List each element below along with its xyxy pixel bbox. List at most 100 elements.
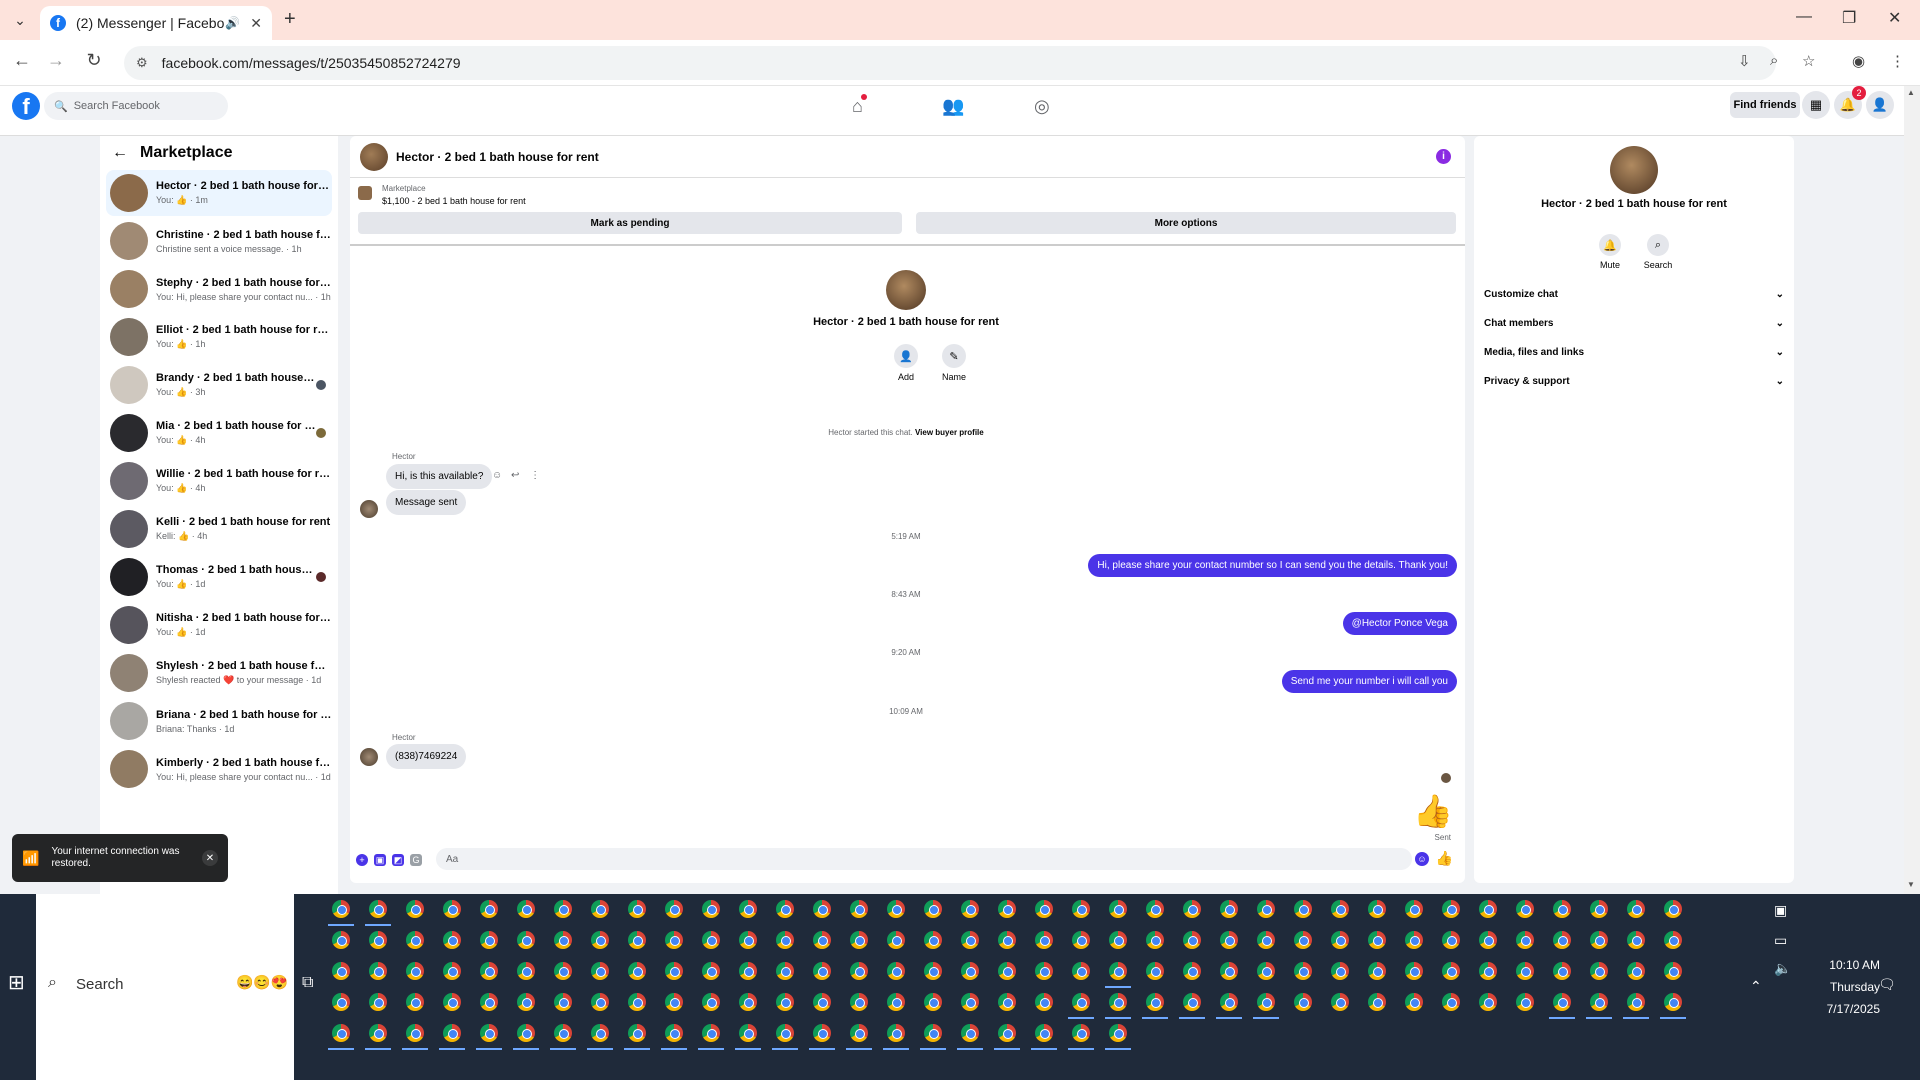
chrome-taskbar-icon[interactable] [998,1024,1016,1042]
chrome-taskbar-icon[interactable] [480,931,498,949]
chrome-taskbar-icon[interactable] [665,1024,683,1042]
chrome-taskbar-icon[interactable] [1442,993,1460,1011]
chrome-taskbar-icon[interactable] [1553,962,1571,980]
conversation-item[interactable]: Nitisha · 2 bed 1 bath house for rent You… [106,602,332,648]
chrome-taskbar-icon[interactable] [1405,900,1423,918]
taskbar-clock[interactable]: 10:10 AM Thursday 7/17/2025 [1780,954,1880,1020]
plus-icon[interactable]: + [356,854,368,866]
chrome-taskbar-icon[interactable] [517,931,535,949]
chrome-taskbar-icon[interactable] [480,993,498,1011]
chrome-taskbar-icon[interactable] [406,1024,424,1042]
page-scrollbar[interactable]: ▲ ▼ [1904,86,1920,894]
chrome-taskbar-icon[interactable] [369,993,387,1011]
chrome-taskbar-icon[interactable] [554,993,572,1011]
chrome-taskbar-icon[interactable] [1590,931,1608,949]
chrome-taskbar-icon[interactable] [776,993,794,1011]
chrome-taskbar-icon[interactable] [1405,993,1423,1011]
display-icon[interactable]: ▭ [1774,932,1787,949]
chrome-taskbar-icon[interactable] [776,931,794,949]
chrome-taskbar-icon[interactable] [554,1024,572,1042]
chrome-taskbar-icon[interactable] [332,900,350,918]
tray-chevron-up-icon[interactable]: ⌃ [1750,978,1762,995]
zoom-icon[interactable]: ⌕ [1770,52,1778,69]
conversation-item[interactable]: Mia · 2 bed 1 bath house for rent You: 👍 … [106,410,332,456]
info-icon[interactable]: i [1436,149,1451,164]
chrome-taskbar-icon[interactable] [1220,931,1238,949]
chrome-taskbar-icon[interactable] [702,1024,720,1042]
chrome-taskbar-icon[interactable] [1331,993,1349,1011]
chrome-taskbar-icon[interactable] [1035,962,1053,980]
chrome-taskbar-icon[interactable] [628,962,646,980]
chrome-taskbar-icon[interactable] [665,993,683,1011]
facebook-logo-icon[interactable]: f [12,92,40,120]
outgoing-message[interactable]: Send me your number i will call you [1281,670,1457,693]
chrome-taskbar-icon[interactable] [1553,931,1571,949]
chrome-taskbar-icon[interactable] [1331,900,1349,918]
chrome-taskbar-icon[interactable] [369,1024,387,1042]
react-emoji-icon[interactable]: ☺ [492,470,502,481]
chrome-taskbar-icon[interactable] [1146,931,1164,949]
scroll-up-icon[interactable]: ▲ [1907,88,1915,97]
view-buyer-profile-link[interactable]: View buyer profile [915,428,984,437]
groups-icon[interactable]: ◎ [1034,96,1050,117]
chrome-taskbar-icon[interactable] [1183,962,1201,980]
chrome-taskbar-icon[interactable] [1257,962,1275,980]
account-avatar[interactable]: 👤 [1866,91,1894,119]
chrome-taskbar-icon[interactable] [1368,931,1386,949]
conversation-item[interactable]: Christine · 2 bed 1 bath house for r... C… [106,218,332,264]
tab-list-chevron-icon[interactable]: ⌄ [8,8,32,32]
media-files-links-row[interactable]: Media, files and links ⌄ [1484,342,1784,362]
chrome-taskbar-icon[interactable] [998,962,1016,980]
chrome-taskbar-icon[interactable] [517,900,535,918]
chrome-taskbar-icon[interactable] [1405,931,1423,949]
chrome-taskbar-icon[interactable] [887,900,905,918]
friends-icon[interactable]: 👥 [942,96,964,117]
chrome-taskbar-icon[interactable] [998,900,1016,918]
search-action[interactable]: ⌕ Search [1638,234,1678,270]
chrome-taskbar-icon[interactable] [1220,900,1238,918]
incoming-message[interactable]: (838)7469224 [386,744,467,769]
chrome-taskbar-icon[interactable] [443,900,461,918]
chrome-taskbar-icon[interactable] [813,1024,831,1042]
incoming-message[interactable]: Hi, is this available? [386,464,493,489]
chrome-taskbar-icon[interactable] [850,993,868,1011]
chrome-taskbar-icon[interactable] [1294,993,1312,1011]
chrome-taskbar-icon[interactable] [1294,900,1312,918]
chrome-taskbar-icon[interactable] [1072,931,1090,949]
reply-icon[interactable]: ↩ [511,470,519,481]
chrome-taskbar-icon[interactable] [924,931,942,949]
conversation-item[interactable]: Kelli · 2 bed 1 bath house for rent Kelli… [106,506,332,552]
chrome-taskbar-icon[interactable] [406,900,424,918]
chrome-taskbar-icon[interactable] [1146,993,1164,1011]
mute-action[interactable]: 🔔 Mute [1590,234,1630,270]
chrome-taskbar-icon[interactable] [1183,931,1201,949]
new-tab-plus-icon[interactable]: + [284,8,296,31]
site-info-icon[interactable]: ⚙ [136,55,148,71]
chrome-taskbar-icon[interactable] [1035,900,1053,918]
chrome-taskbar-icon[interactable] [739,962,757,980]
chrome-taskbar-icon[interactable] [1442,962,1460,980]
chrome-taskbar-icon[interactable] [1405,962,1423,980]
chrome-taskbar-icon[interactable] [628,993,646,1011]
privacy-support-row[interactable]: Privacy & support ⌄ [1484,371,1784,391]
chrome-taskbar-icon[interactable] [443,962,461,980]
chrome-taskbar-icon[interactable] [443,1024,461,1042]
chrome-taskbar-icon[interactable] [1479,900,1497,918]
chrome-taskbar-icon[interactable] [443,931,461,949]
gallery-icon[interactable]: ▣ [374,854,386,866]
conversation-item[interactable]: Shylesh · 2 bed 1 bath house for rent Shy… [106,650,332,696]
conversation-item[interactable]: Stephy · 2 bed 1 bath house for rent You:… [106,266,332,312]
chrome-taskbar-icon[interactable] [554,900,572,918]
window-close-icon[interactable]: ✕ [1888,8,1901,28]
chrome-taskbar-icon[interactable] [1479,993,1497,1011]
chat-members-row[interactable]: Chat members ⌄ [1484,313,1784,333]
chrome-taskbar-icon[interactable] [517,993,535,1011]
incoming-message[interactable]: Message sent [386,490,467,515]
chrome-taskbar-icon[interactable] [1220,962,1238,980]
chrome-taskbar-icon[interactable] [924,962,942,980]
chrome-taskbar-icon[interactable] [406,993,424,1011]
chrome-taskbar-icon[interactable] [480,1024,498,1042]
chrome-taskbar-icon[interactable] [1590,993,1608,1011]
chrome-taskbar-icon[interactable] [1664,993,1682,1011]
chrome-taskbar-icon[interactable] [1442,931,1460,949]
